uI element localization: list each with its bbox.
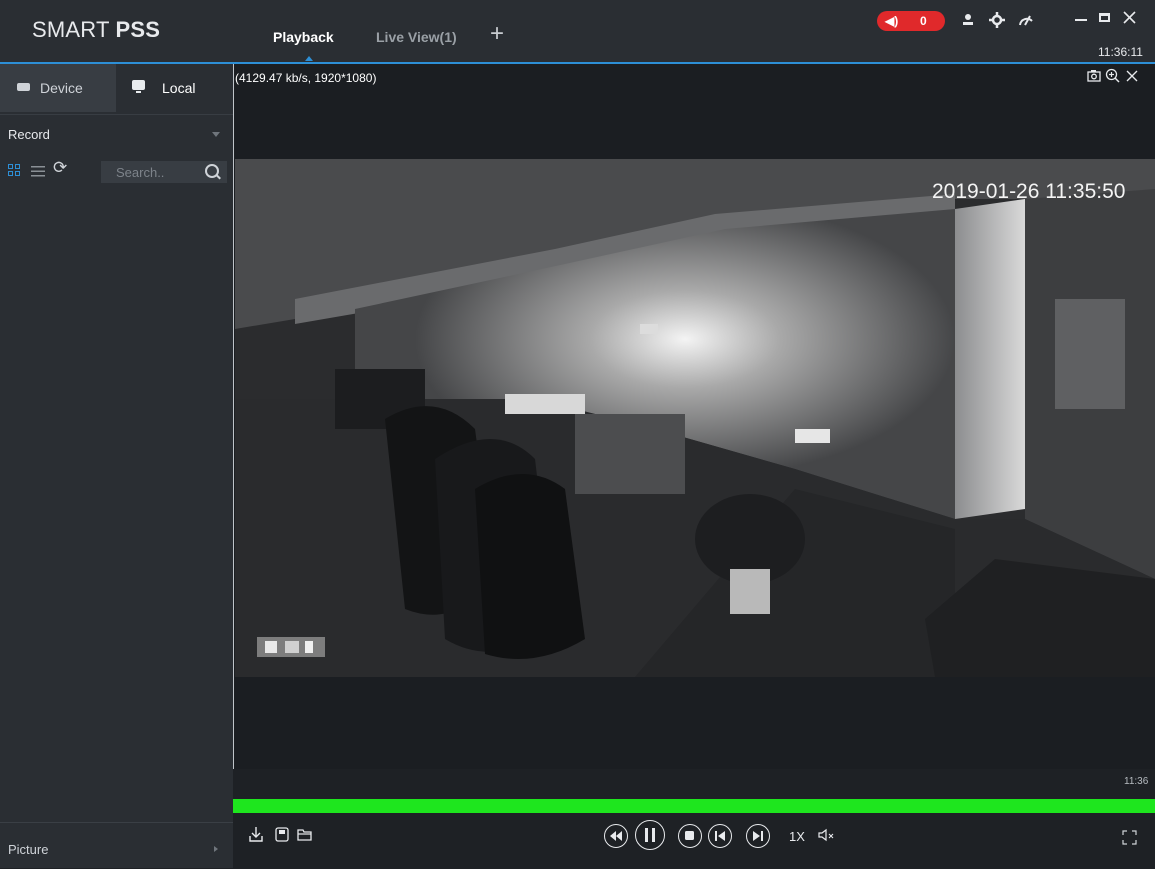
stop-icon[interactable] <box>678 824 702 848</box>
camera-feed[interactable] <box>235 159 1155 677</box>
maximize-icon[interactable] <box>1099 13 1110 22</box>
close-window-icon[interactable] <box>1123 11 1136 24</box>
prev-frame-icon[interactable] <box>708 824 732 848</box>
video-timestamp: 2019-01-26 11:35:50 <box>932 180 1126 203</box>
list-view-icon[interactable] <box>31 166 45 177</box>
grid-view-icon[interactable] <box>8 164 22 178</box>
add-tab-button[interactable]: + <box>490 22 504 46</box>
search-input[interactable]: Search.. <box>101 161 227 183</box>
clock: 11:36:11 <box>1098 45 1143 59</box>
tab-playback[interactable]: Playback <box>273 29 334 61</box>
snapshot-icon[interactable] <box>1087 69 1101 82</box>
alarm-button[interactable]: ◀) 0 <box>877 11 945 31</box>
title-bar: SMART PSS Playback Live View(1) + ◀) 0 1… <box>0 0 1155 64</box>
pause-icon[interactable] <box>635 820 665 850</box>
settings-icon[interactable] <box>989 12 1005 28</box>
chevron-down-icon <box>212 132 220 137</box>
chevron-right-icon <box>214 846 218 852</box>
tab-device[interactable]: Device <box>0 64 116 112</box>
monitor-icon <box>132 80 145 93</box>
record-type-select[interactable]: Record <box>0 114 233 153</box>
left-panel: Device Local Record ⟳ Search.. Picture <box>0 64 233 868</box>
timeline-label: 11:36 <box>1124 776 1149 787</box>
zoom-icon[interactable] <box>1105 68 1120 83</box>
next-frame-icon[interactable] <box>746 824 770 848</box>
minimize-icon[interactable] <box>1075 19 1087 21</box>
stream-info: (4129.47 kb/s, 1920*1080) <box>235 71 377 85</box>
tab-local[interactable]: Local <box>117 64 233 112</box>
save-icon[interactable] <box>275 827 289 842</box>
fullscreen-icon[interactable] <box>1122 830 1137 845</box>
tab-live-view[interactable]: Live View(1) <box>376 29 457 45</box>
list-toolbar: ⟳ Search.. <box>0 158 233 186</box>
download-icon[interactable] <box>248 826 264 843</box>
playback-speed[interactable]: 1X <box>789 829 805 844</box>
active-tab-indicator <box>305 56 313 61</box>
app-logo: SMART PSS <box>32 17 161 42</box>
performance-icon[interactable] <box>1018 13 1034 27</box>
close-video-icon[interactable] <box>1126 70 1138 82</box>
camera-scene <box>235 159 1155 677</box>
mute-icon[interactable] <box>818 828 836 842</box>
speaker-icon: ◀) <box>885 14 899 28</box>
picture-section[interactable]: Picture <box>0 822 233 869</box>
refresh-icon[interactable]: ⟳ <box>53 158 67 178</box>
folder-icon[interactable] <box>297 828 312 841</box>
user-icon[interactable] <box>961 13 975 27</box>
search-icon[interactable] <box>205 164 219 178</box>
playback-progress-bar[interactable] <box>233 799 1155 813</box>
device-icon <box>17 83 30 91</box>
alarm-count: 0 <box>920 14 927 28</box>
rewind-icon[interactable] <box>604 824 628 848</box>
